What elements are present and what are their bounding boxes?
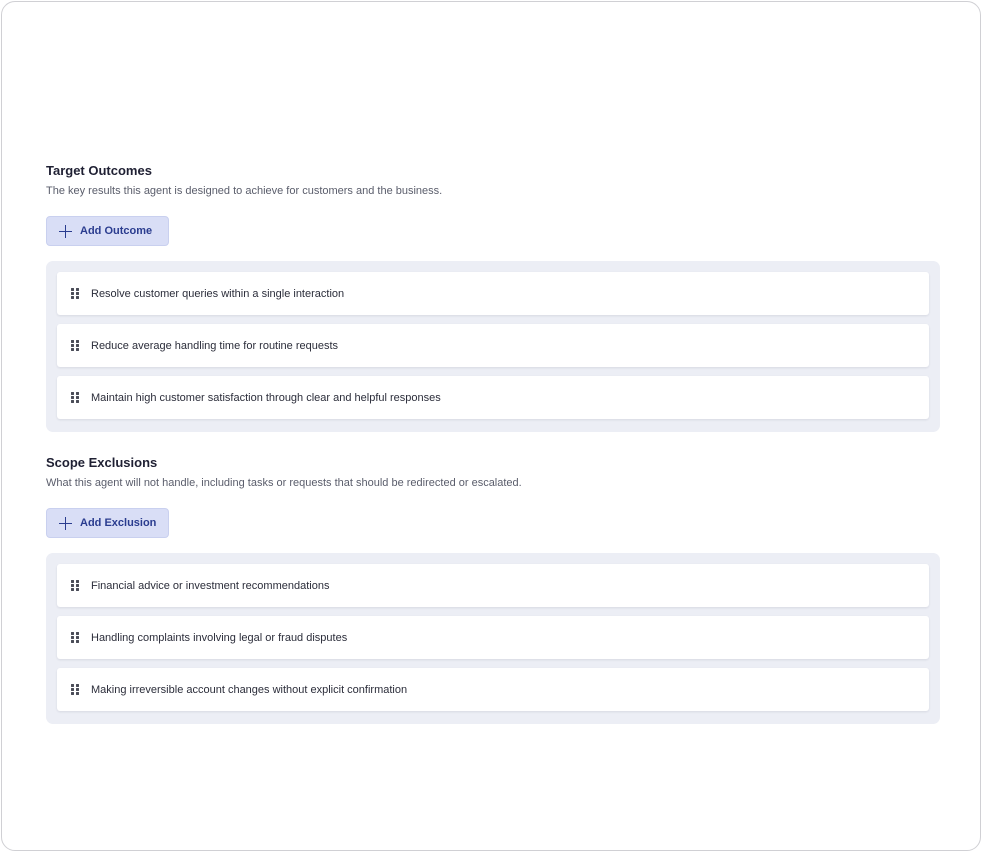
add-exclusion-button[interactable]: Add Exclusion <box>46 508 169 538</box>
exclusion-item[interactable]: Financial advice or investment recommend… <box>57 564 929 607</box>
exclusion-item[interactable]: Handling complaints involving legal or f… <box>57 616 929 659</box>
exclusion-item-label: Financial advice or investment recommend… <box>91 579 330 592</box>
target-outcomes-description: The key results this agent is designed t… <box>46 185 443 197</box>
outcome-item-label: Reduce average handling time for routine… <box>91 339 339 352</box>
drag-handle-icon[interactable] <box>71 392 80 403</box>
plus-icon <box>59 516 72 530</box>
outcome-item[interactable]: Resolve customer queries within a single… <box>57 272 929 315</box>
add-outcome-label: Add Outcome <box>80 225 153 237</box>
drag-handle-icon[interactable] <box>71 340 80 351</box>
drag-handle-icon[interactable] <box>71 632 80 643</box>
scope-exclusions-description: What this agent will not handle, includi… <box>46 477 522 489</box>
outcome-item-label: Maintain high customer satisfaction thro… <box>91 391 441 404</box>
plus-icon <box>59 224 72 238</box>
drag-handle-icon[interactable] <box>71 288 80 299</box>
add-exclusion-label: Add Exclusion <box>80 517 157 529</box>
outcomes-list: Resolve customer queries within a single… <box>46 261 940 432</box>
target-outcomes-section: Target Outcomes The key results this age… <box>46 163 940 432</box>
outcome-item-label: Resolve customer queries within a single… <box>91 287 345 300</box>
app-frame: Target Outcomes The key results this age… <box>1 1 981 851</box>
scope-exclusions-section: Scope Exclusions What this agent will no… <box>46 455 940 724</box>
add-outcome-button[interactable]: Add Outcome <box>46 216 169 246</box>
drag-handle-icon[interactable] <box>71 580 80 591</box>
exclusion-item[interactable]: Making irreversible account changes with… <box>57 668 929 711</box>
target-outcomes-title: Target Outcomes <box>46 163 152 178</box>
exclusions-list: Financial advice or investment recommend… <box>46 553 940 724</box>
outcome-item[interactable]: Reduce average handling time for routine… <box>57 324 929 367</box>
exclusion-item-label: Handling complaints involving legal or f… <box>91 631 348 644</box>
scope-exclusions-title: Scope Exclusions <box>46 455 158 470</box>
drag-handle-icon[interactable] <box>71 684 80 695</box>
outcome-item[interactable]: Maintain high customer satisfaction thro… <box>57 376 929 419</box>
exclusion-item-label: Making irreversible account changes with… <box>91 683 408 696</box>
